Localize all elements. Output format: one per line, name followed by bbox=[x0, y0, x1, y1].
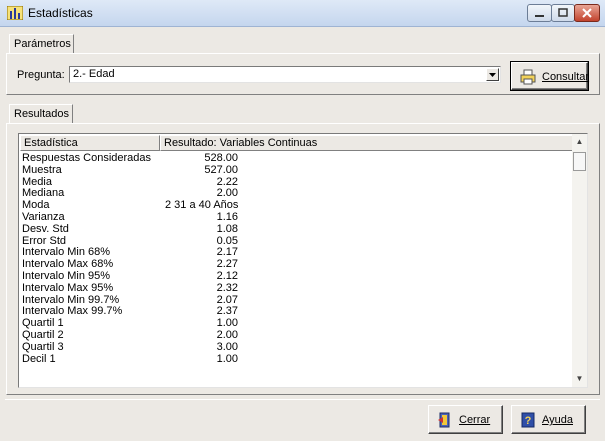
stat-value: 0.05 bbox=[216, 234, 238, 247]
stat-name: Moda bbox=[22, 199, 50, 212]
cerrar-label: Cerrar bbox=[459, 414, 491, 426]
printer-icon bbox=[520, 69, 536, 85]
table-row[interactable]: Decil 1 1.00 bbox=[22, 353, 572, 365]
stat-value: 2.00 bbox=[216, 187, 238, 200]
stat-value: 2.00 bbox=[216, 328, 238, 341]
statistics-app-icon bbox=[7, 6, 23, 20]
title-bar: Estadísticas bbox=[0, 0, 605, 27]
help-icon: ? bbox=[521, 412, 535, 428]
stat-value: 2 31 a 40 Años bbox=[165, 199, 239, 212]
table-row[interactable]: Intervalo Min 68% 2.17 bbox=[22, 246, 572, 258]
stat-name: Intervalo Max 95% bbox=[22, 281, 114, 294]
table-row[interactable]: Mediana 2.00 bbox=[22, 187, 572, 199]
stat-value: 2.22 bbox=[216, 175, 238, 188]
stat-value: 1.08 bbox=[216, 222, 238, 235]
table-row[interactable]: Intervalo Min 99.7% 2.07 bbox=[22, 294, 572, 306]
stat-name: Quartil 1 bbox=[22, 317, 64, 330]
table-row[interactable]: Intervalo Min 95% 2.12 bbox=[22, 270, 572, 282]
table-row[interactable]: Varianza 1.16 bbox=[22, 211, 572, 223]
maximize-button[interactable] bbox=[551, 4, 575, 22]
stat-value: 2.12 bbox=[216, 269, 238, 282]
table-row[interactable]: Respuestas Consideradas 528.00 bbox=[22, 152, 572, 164]
stat-name: Intervalo Min 99.7% bbox=[22, 293, 120, 306]
stat-name: Media bbox=[22, 175, 52, 188]
grid-rows: Respuestas Consideradas 528.00 Muestra 527… bbox=[22, 152, 572, 365]
svg-text:?: ? bbox=[525, 415, 532, 427]
maximize-icon bbox=[558, 8, 568, 17]
minimize-icon bbox=[535, 15, 544, 17]
ayuda-button[interactable]: ? Ayuda bbox=[511, 405, 586, 434]
stat-name: Quartil 3 bbox=[22, 340, 64, 353]
table-row[interactable]: Intervalo Max 68% 2.27 bbox=[22, 258, 572, 270]
dropdown-arrow-button[interactable] bbox=[486, 68, 499, 81]
close-button[interactable] bbox=[574, 4, 600, 22]
stat-value: 3.00 bbox=[216, 340, 238, 353]
stat-value: 1.00 bbox=[216, 317, 238, 330]
window-title: Estadísticas bbox=[28, 6, 93, 20]
chevron-down-icon bbox=[489, 73, 496, 77]
table-row[interactable]: Moda 2 31 a 40 Años bbox=[22, 199, 572, 211]
stat-name: Muestra bbox=[22, 163, 62, 176]
stat-value: 2.17 bbox=[216, 246, 238, 259]
pregunta-value: 2.- Edad bbox=[73, 68, 115, 80]
scroll-up-arrow-icon[interactable]: ▲ bbox=[572, 134, 587, 150]
table-row[interactable]: Error Std 0.05 bbox=[22, 235, 572, 247]
stat-name: Intervalo Min 68% bbox=[22, 246, 111, 259]
stat-value: 1.16 bbox=[216, 210, 238, 223]
scroll-thumb[interactable] bbox=[573, 152, 586, 171]
table-row[interactable]: Intervalo Max 99.7% 2.37 bbox=[22, 305, 572, 317]
table-row[interactable]: Media 2.22 bbox=[22, 176, 572, 188]
table-row[interactable]: Quartil 2 2.00 bbox=[22, 329, 572, 341]
stat-value: 2.32 bbox=[216, 281, 238, 294]
minimize-button[interactable] bbox=[527, 4, 552, 22]
table-row[interactable]: Muestra 527.00 bbox=[22, 164, 572, 176]
stat-name: Mediana bbox=[22, 187, 65, 200]
table-row[interactable]: Intervalo Max 95% 2.32 bbox=[22, 282, 572, 294]
results-grid[interactable]: Estadística Resultado: Variables Continu… bbox=[18, 133, 588, 388]
stat-name: Error Std bbox=[22, 234, 67, 247]
cerrar-button[interactable]: Cerrar bbox=[428, 405, 503, 434]
scroll-down-arrow-icon[interactable]: ▼ bbox=[572, 371, 587, 387]
pregunta-label: Pregunta: bbox=[17, 69, 65, 81]
stat-name: Intervalo Max 99.7% bbox=[22, 305, 123, 318]
stat-name: Quartil 2 bbox=[22, 328, 64, 341]
stat-name: Intervalo Min 95% bbox=[22, 269, 111, 282]
ayuda-label: Ayuda bbox=[542, 414, 573, 426]
exit-door-icon bbox=[438, 412, 450, 428]
stat-value: 528.00 bbox=[204, 152, 238, 164]
column-header-resultado[interactable]: Resultado: Variables Continuas bbox=[160, 135, 573, 151]
stat-name: Decil 1 bbox=[22, 352, 56, 365]
vertical-scrollbar[interactable]: ▲ ▼ bbox=[572, 134, 587, 387]
stat-name: Desv. Std bbox=[22, 222, 69, 235]
tab-parametros[interactable]: Parámetros bbox=[9, 34, 74, 54]
consultar-button[interactable]: Consultar bbox=[510, 61, 590, 91]
stat-name: Intervalo Max 68% bbox=[22, 258, 114, 271]
stat-name: Varianza bbox=[22, 210, 65, 223]
pregunta-select[interactable]: 2.- Edad bbox=[69, 66, 501, 83]
table-row[interactable]: Quartil 1 1.00 bbox=[22, 317, 572, 329]
footer-divider bbox=[5, 399, 600, 400]
stat-value: 1.00 bbox=[216, 352, 238, 365]
stat-value: 527.00 bbox=[204, 163, 238, 176]
stat-value: 2.07 bbox=[216, 293, 238, 306]
table-row[interactable]: Quartil 3 3.00 bbox=[22, 341, 572, 353]
stat-value: 2.37 bbox=[216, 305, 238, 318]
consultar-label: Consultar bbox=[542, 71, 590, 83]
close-icon bbox=[582, 8, 592, 18]
column-header-estadistica[interactable]: Estadística bbox=[20, 135, 160, 151]
table-row[interactable]: Desv. Std 1.08 bbox=[22, 223, 572, 235]
stat-name: Respuestas Consideradas bbox=[22, 152, 152, 164]
stat-value: 2.27 bbox=[216, 258, 238, 271]
tab-resultados[interactable]: Resultados bbox=[9, 104, 73, 124]
